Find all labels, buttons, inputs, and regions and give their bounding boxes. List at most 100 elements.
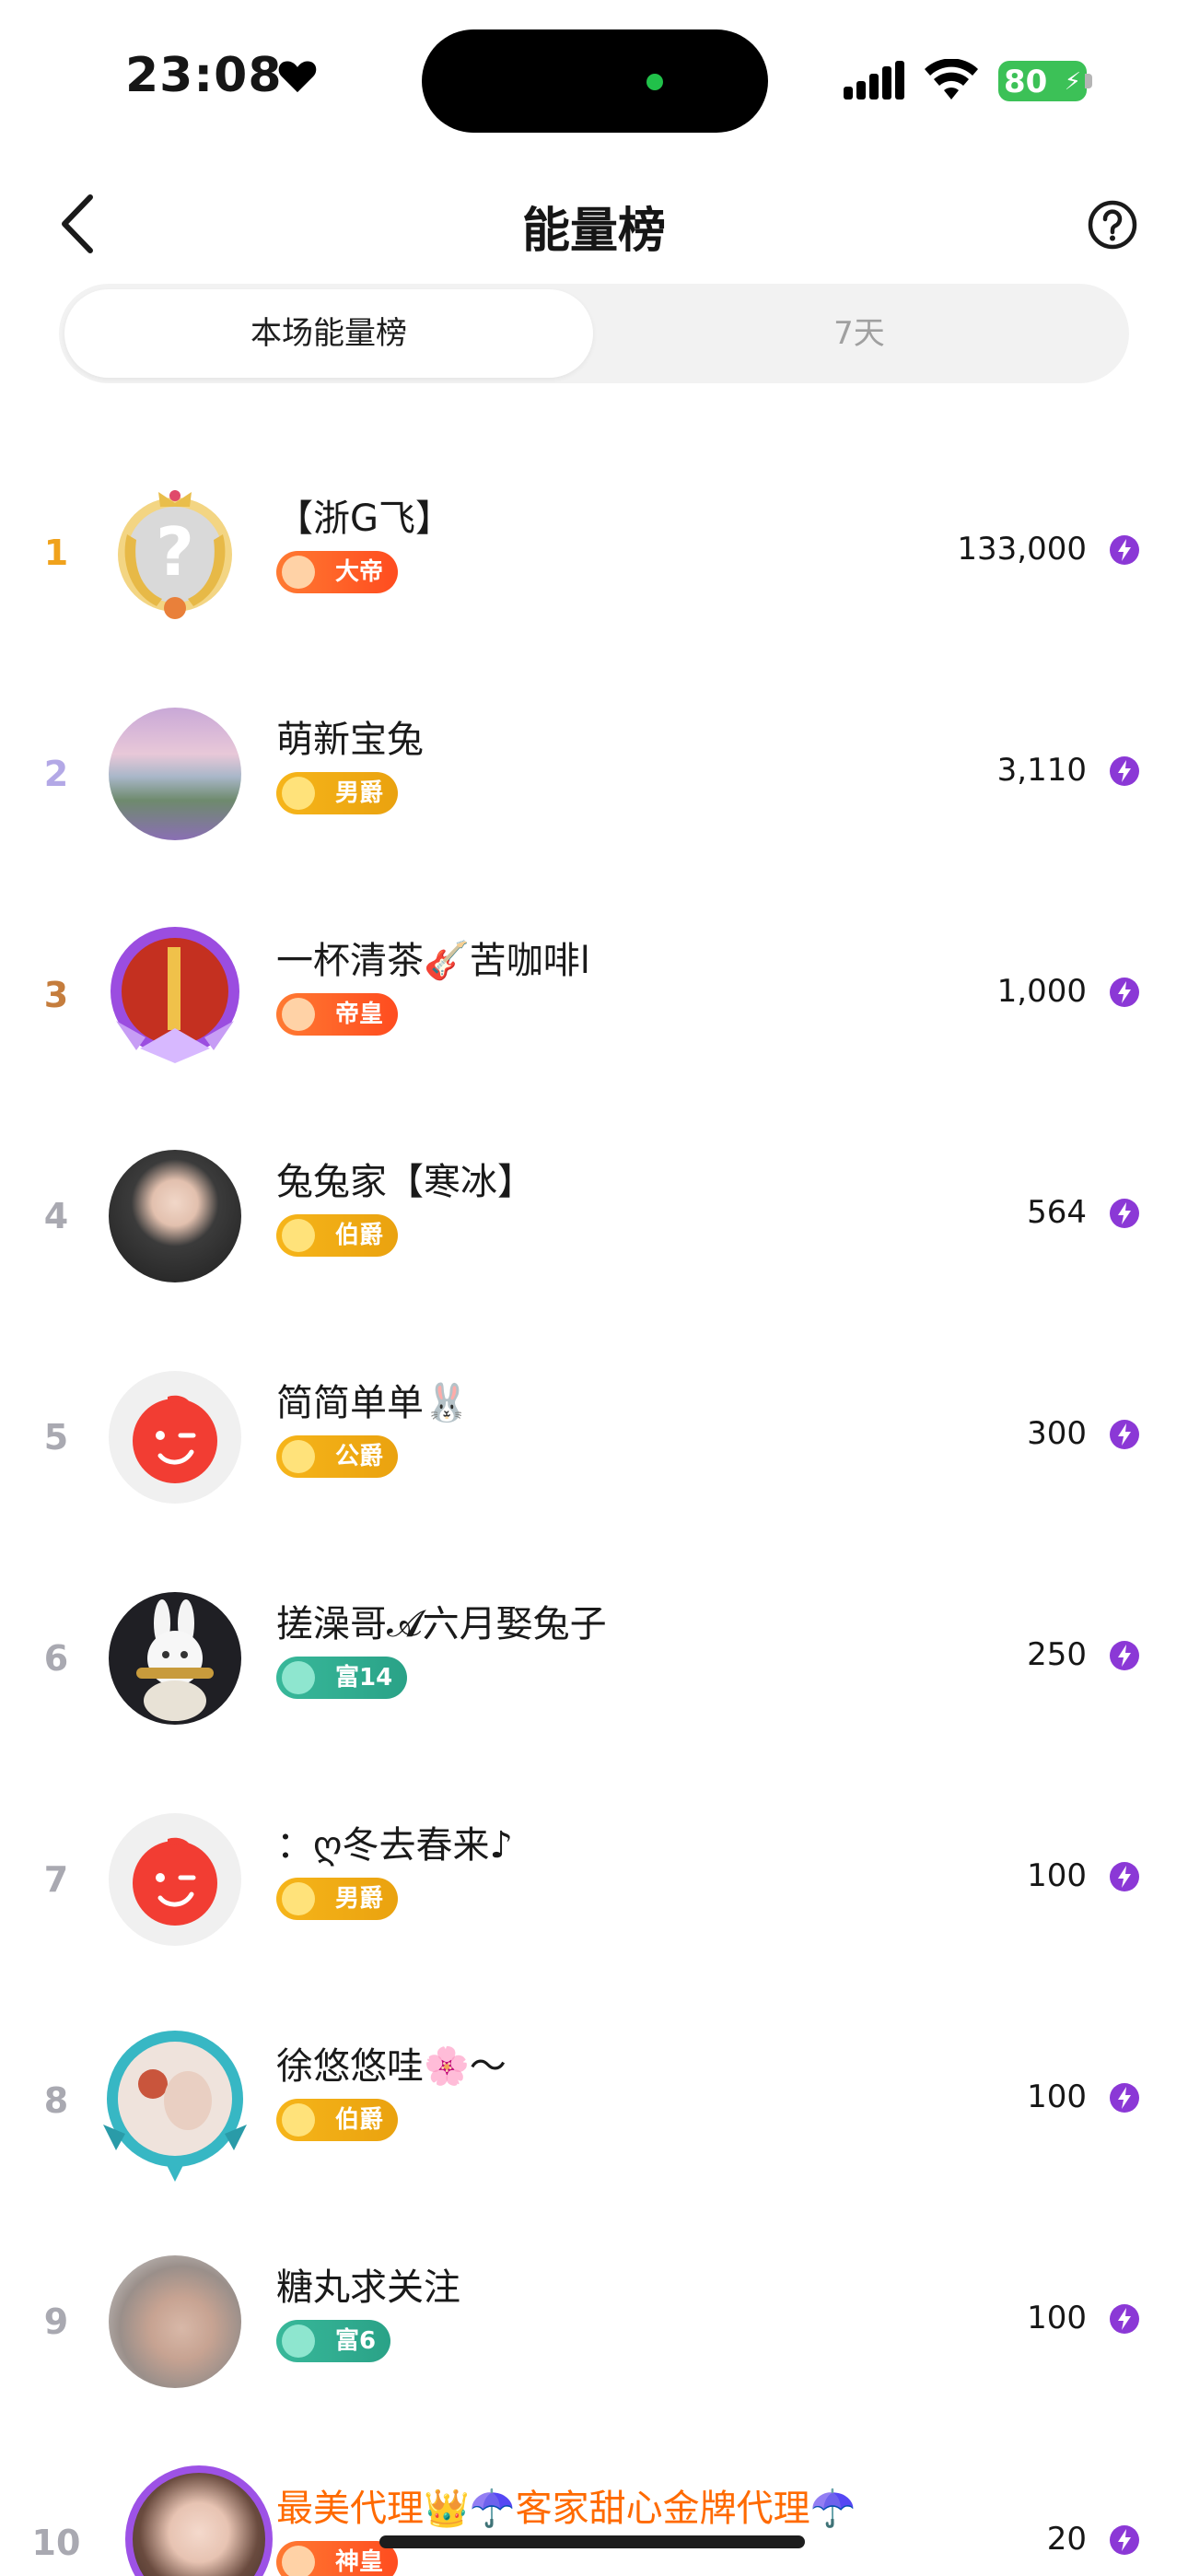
energy-score: 3,110 (996, 752, 1087, 789)
user-name: 兔兔家【寒冰】 (276, 1161, 534, 1203)
heart-icon (278, 61, 317, 93)
energy-score: 100 (1027, 2300, 1087, 2336)
badge-gem-icon (282, 998, 315, 1031)
energy-score: 100 (1027, 1857, 1087, 1894)
energy-score: 300 (1027, 1415, 1087, 1452)
wifi-icon (925, 59, 978, 100)
energy-bolt-icon (1110, 535, 1139, 565)
energy-bolt-icon (1110, 2525, 1139, 2555)
energy-score: 100 (1027, 2078, 1087, 2115)
energy-bolt-icon (1110, 1199, 1139, 1228)
rank-number: 6 (43, 1638, 69, 1679)
ranking-row[interactable]: 10 最美代理👑☂️客家甜心金牌代理☂️ 神皇 20 (0, 2432, 1188, 2576)
badge-label: 男爵 (335, 779, 384, 807)
badge-label: 公爵 (335, 1443, 384, 1470)
ranking-row[interactable]: 3 一杯清茶🎸苦咖啡l 帝皇 1,000 (0, 884, 1188, 1106)
help-icon[interactable] (1087, 199, 1138, 251)
avatar[interactable] (109, 2255, 241, 2388)
user-name: 萌新宝兔 (276, 719, 424, 761)
ranking-row[interactable]: 1 ? 【浙G飞】 大帝 133,000 (0, 442, 1188, 663)
ranking-row[interactable]: 7 ：ღ冬去春来♪ 男爵 100 (0, 1769, 1188, 1990)
rank-number: 9 (43, 2301, 69, 2342)
ranking-row[interactable]: 6 搓澡哥𝓐六月娶兔子 富14 250 (0, 1548, 1188, 1769)
rank-number: 3 (43, 975, 69, 1015)
ranking-row[interactable]: 4 兔兔家【寒冰】 伯爵 564 (0, 1106, 1188, 1327)
user-name: 糖丸求关注 (276, 2266, 460, 2309)
page-title: 能量榜 (521, 204, 666, 259)
badge-gem-icon (282, 1219, 315, 1252)
energy-score: 20 (1046, 2521, 1087, 2558)
rank-number: 5 (43, 1417, 69, 1458)
badge-gem-icon (282, 2103, 315, 2137)
avatar[interactable] (109, 1371, 241, 1504)
badge-gem-icon (282, 1882, 315, 1915)
level-badge: 公爵 (276, 1435, 399, 1478)
avatar[interactable] (109, 1150, 241, 1282)
ranking-tabs: 本场能量榜 7天 (59, 284, 1129, 383)
level-badge: 伯爵 (276, 1214, 399, 1257)
avatar[interactable] (103, 2031, 247, 2182)
battery-indicator: 80 ⚡ (998, 61, 1087, 101)
user-name: ：ღ冬去春来♪ (276, 1824, 513, 1867)
level-badge: 男爵 (276, 772, 399, 814)
level-badge: 男爵 (276, 1878, 399, 1920)
badge-label: 男爵 (335, 1885, 384, 1913)
energy-score: 564 (1027, 1194, 1087, 1231)
energy-bolt-icon (1110, 2304, 1139, 2334)
ranking-row[interactable]: 8 徐悠悠哇🌸～ 伯爵 100 (0, 1990, 1188, 2211)
avatar[interactable]: ? (109, 486, 241, 619)
battery-level: 80 (1004, 64, 1048, 100)
badge-label: 神皇 (335, 2548, 384, 2576)
energy-bolt-icon (1110, 1420, 1139, 1449)
user-name: 搓澡哥𝓐六月娶兔子 (276, 1603, 607, 1645)
energy-bolt-icon (1110, 2083, 1139, 2113)
rank-number: 7 (43, 1859, 69, 1900)
level-badge: 大帝 (276, 551, 399, 593)
dynamic-island (422, 29, 768, 133)
svg-text:?: ? (156, 513, 194, 591)
energy-score: 1,000 (996, 973, 1087, 1010)
tab-7-days[interactable]: 7天 (595, 289, 1124, 378)
badge-gem-icon (282, 2546, 315, 2576)
badge-label: 富14 (335, 1664, 393, 1692)
home-indicator[interactable] (379, 2535, 805, 2548)
level-badge: 帝皇 (276, 993, 399, 1036)
cellular-signal-icon (844, 61, 904, 100)
ranking-row[interactable]: 5 简简单单🐰 公爵 300 (0, 1327, 1188, 1548)
rank-number: 4 (43, 1196, 69, 1236)
user-name: 最美代理👑☂️客家甜心金牌代理☂️ (276, 2488, 856, 2530)
badge-gem-icon (282, 1661, 315, 1694)
energy-score: 133,000 (957, 531, 1087, 568)
user-name: 徐悠悠哇🌸～ (276, 2045, 507, 2088)
energy-bolt-icon (1110, 756, 1139, 786)
avatar[interactable] (109, 1813, 241, 1946)
energy-score: 250 (1027, 1636, 1087, 1673)
level-badge: 富14 (276, 1657, 408, 1699)
badge-gem-icon (282, 2324, 315, 2358)
badge-gem-icon (282, 777, 315, 810)
avatar[interactable] (109, 708, 241, 840)
badge-label: 大帝 (335, 558, 384, 586)
ranking-row[interactable]: 9 糖丸求关注 富6 100 (0, 2211, 1188, 2432)
badge-label: 伯爵 (335, 2106, 384, 2134)
energy-bolt-icon (1110, 1641, 1139, 1670)
level-badge: 伯爵 (276, 2099, 399, 2141)
badge-gem-icon (282, 556, 315, 589)
level-badge: 神皇 (276, 2541, 399, 2576)
badge-gem-icon (282, 1440, 315, 1473)
ranking-row[interactable]: 2 萌新宝兔 男爵 3,110 (0, 663, 1188, 884)
status-bar: 23:08 80 ⚡ (0, 0, 1188, 157)
user-name: 一杯清茶🎸苦咖啡l (276, 940, 590, 982)
avatar[interactable] (109, 1592, 241, 1725)
level-badge: 富6 (276, 2320, 391, 2362)
rank-number: 10 (31, 2523, 81, 2563)
tab-current-session[interactable]: 本场能量榜 (64, 289, 593, 378)
rank-number: 1 (43, 533, 69, 573)
badge-label: 帝皇 (335, 1001, 384, 1028)
badge-label: 富6 (335, 2327, 377, 2355)
battery-tip (1085, 74, 1092, 88)
user-name: 简简单单🐰 (276, 1382, 470, 1424)
user-name: 【浙G飞】 (276, 498, 452, 540)
avatar[interactable] (109, 927, 241, 1063)
avatar[interactable] (125, 2465, 273, 2576)
